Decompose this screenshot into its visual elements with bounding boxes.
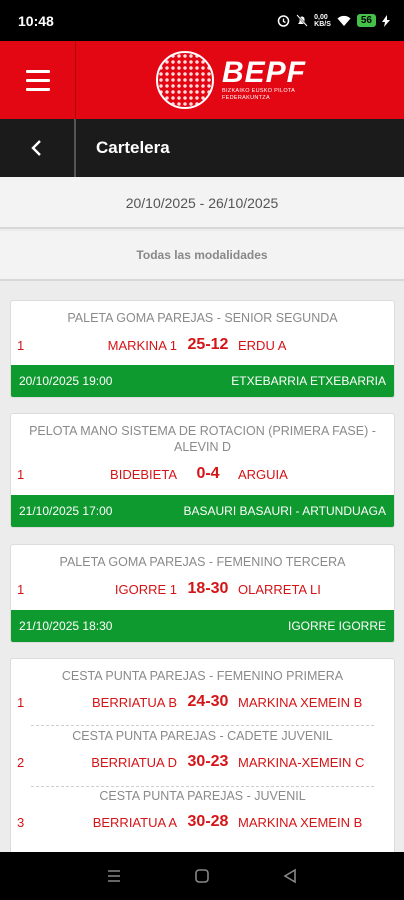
away-team: ERDU A [238,337,287,353]
brand-logo: BEPF BIZKAIKO EUSKO PILOTA FEDERAKUNTZA [156,51,306,109]
match-score: 0-4 [196,465,220,482]
back-button[interactable] [0,119,76,177]
match-category: PALETA GOMA PAREJAS - SENIOR SEGUNDA [67,311,338,325]
match-number: 1 [17,581,25,597]
home-icon[interactable] [193,867,211,885]
match-venue: ETXEBARRIA ETXEBARRIA [231,374,386,388]
match-category: CESTA PUNTA PAREJAS - JUVENIL [99,789,306,803]
date-range-selector[interactable]: 20/10/2025 - 26/10/2025 [0,177,404,229]
match-datetime: 20/10/2025 19:00 [19,374,113,388]
match-category: PALETA GOMA PAREJAS - FEMENINO TERCERA [59,555,346,569]
row-divider [31,725,374,726]
match-score: 30-28 [187,813,229,830]
match-number: 1 [17,337,25,353]
match-datetime: 21/10/2025 18:30 [19,619,113,633]
page-title: Cartelera [96,138,170,157]
recent-apps-icon[interactable] [105,867,123,885]
home-team: BERRIATUA A [92,814,177,830]
match-venue-bar: 20/10/2025 19:00 ETXEBARRIA ETXEBARRIA [11,365,394,397]
sub-header: Cartelera [0,119,404,177]
match-row: 1 BIDEBIETA 0-4 ARGUIA [11,461,394,487]
back-icon[interactable] [281,867,299,885]
match-number: 1 [17,694,25,710]
match-venue-bar: 21/10/2025 17:00 BASAURI BASAURI - ARTUN… [11,495,394,527]
match-row: 1 BERRIATUA B 24-30 MARKINA XEMEIN B [11,689,394,715]
brand-subtitle-1: BIZKAIKO EUSKO PILOTA [222,88,296,94]
match-row: 1 MARKINA 1 25-12 ERDU A [11,332,394,358]
app-header: BEPF BIZKAIKO EUSKO PILOTA FEDERAKUNTZA [0,41,404,119]
match-score: 25-12 [187,336,229,353]
menu-button[interactable] [0,41,76,119]
home-team: IGORRE 1 [114,581,177,597]
battery-icon: 56 [356,14,376,27]
system-nav-bar [0,852,404,900]
match-number: 1 [17,466,25,482]
home-team: BERRIATUA D [91,754,177,770]
match-score: 18-30 [187,580,229,597]
match-category: CESTA PUNTA PAREJAS - FEMENINO PRIMERA [61,669,344,683]
home-team: BIDEBIETA [110,466,177,482]
away-team: MARKINA-XEMEIN C [238,754,365,770]
match-category: CESTA PUNTA PAREJAS - CADETE JUVENIL [72,729,333,743]
match-number: 2 [17,754,25,770]
match-row: 1 IGORRE 1 18-30 OLARRETA LI [11,576,394,602]
match-card[interactable]: PALETA GOMA PAREJAS - SENIOR SEGUNDA 1 M… [10,300,395,398]
charging-icon [382,14,390,27]
status-time: 10:48 [18,12,54,29]
match-category: PELOTA MANO SISTEMA DE ROTACION (PRIMERA… [29,424,376,454]
hamburger-icon [25,67,50,94]
match-venue-bar: 21/10/2025 18:30 IGORRE IGORRE [11,610,394,642]
match-score: 30-23 [187,753,229,770]
home-team: MARKINA 1 [107,337,177,353]
status-bar: 10:48 0,00 KB/S 56 [0,0,404,41]
away-team: ARGUIA [238,466,288,482]
match-row: 3 BERRIATUA A 30-28 MARKINA XEMEIN B [11,809,394,835]
wifi-icon [337,15,351,26]
match-list: PALETA GOMA PAREJAS - SENIOR SEGUNDA 1 M… [0,281,404,852]
match-venue: BASAURI BASAURI - ARTUNDUAGA [183,504,387,518]
match-card-multi[interactable]: CESTA PUNTA PAREJAS - FEMENINO PRIMERA 1… [10,658,395,852]
away-team: MARKINA XEMEIN B [238,694,363,710]
match-score: 24-30 [187,693,229,710]
away-team: OLARRETA LI [238,581,321,597]
status-icons: 0,00 KB/S 56 [277,14,390,28]
row-divider [31,786,374,787]
modality-filter[interactable]: Todas las modalidades [0,231,404,281]
bell-off-icon [296,14,308,27]
match-venue: IGORRE IGORRE [287,619,386,633]
match-row: 2 BERRIATUA D 30-23 MARKINA-XEMEIN C [11,749,394,775]
brand-subtitle-2: FEDERAKUNTZA [222,95,270,101]
brand-title: BEPF [222,56,307,89]
match-card[interactable]: PALETA GOMA PAREJAS - FEMENINO TERCERA 1… [10,544,395,643]
chevron-left-icon [31,140,41,156]
alarm-icon [277,15,290,27]
pelota-ball-icon [156,51,214,109]
match-datetime: 21/10/2025 17:00 [19,504,113,518]
home-team: BERRIATUA B [91,694,177,710]
match-card[interactable]: PELOTA MANO SISTEMA DE ROTACION (PRIMERA… [10,413,395,528]
away-team: MARKINA XEMEIN B [238,814,363,830]
data-rate: 0,00 KB/S [314,13,331,28]
match-number: 3 [17,814,25,830]
